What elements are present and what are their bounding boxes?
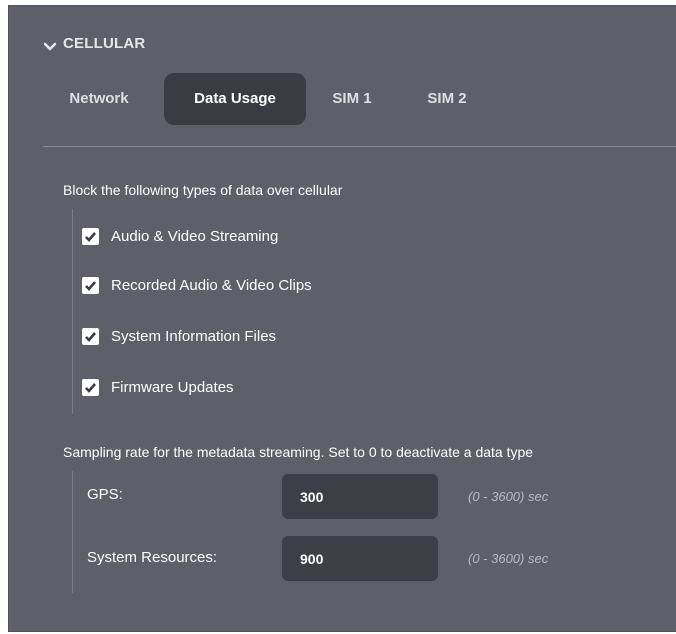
system-resources-label: System Resources: — [87, 549, 218, 566]
checkbox-label: Recorded Audio & Video Clips — [111, 276, 312, 294]
section-title: CELLULAR — [63, 35, 146, 52]
gps-sampling-input[interactable] — [282, 474, 438, 519]
block-option-audio-video-streaming[interactable]: Audio & Video Streaming — [82, 225, 278, 247]
block-data-heading: Block the following types of data over c… — [63, 182, 343, 198]
gps-label: GPS: — [87, 486, 123, 503]
tab-data-usage[interactable]: Data Usage — [164, 73, 306, 125]
tab-divider — [43, 146, 676, 147]
system-resources-sampling-input[interactable] — [282, 536, 438, 581]
tab-sim-2[interactable]: SIM 2 — [422, 73, 472, 125]
sampling-group-line — [72, 471, 73, 593]
system-resources-range-hint: (0 - 3600) sec — [468, 551, 549, 566]
checkbox-checked[interactable] — [82, 227, 99, 245]
checkbox-checked[interactable] — [82, 378, 99, 396]
cellular-section-toggle[interactable]: CELLULAR — [43, 35, 145, 52]
block-option-system-information-files[interactable]: System Information Files — [82, 325, 276, 347]
tab-sim-1[interactable]: SIM 1 — [327, 73, 377, 125]
checkbox-label: System Information Files — [111, 327, 277, 345]
checkbox-label: Audio & Video Streaming — [111, 227, 279, 245]
cellular-settings-panel: CELLULAR Network Data Usage SIM 1 SIM 2 … — [8, 5, 676, 632]
sampling-rate-heading: Sampling rate for the metadata streaming… — [63, 444, 534, 460]
block-option-recorded-clips[interactable]: Recorded Audio & Video Clips — [82, 274, 312, 296]
tab-network[interactable]: Network — [57, 73, 141, 125]
chevron-down-icon[interactable] — [43, 39, 57, 50]
checkbox-label: Firmware Updates — [111, 378, 234, 396]
checkbox-checked[interactable] — [82, 276, 99, 294]
gps-range-hint: (0 - 3600) sec — [468, 489, 549, 504]
block-option-firmware-updates[interactable]: Firmware Updates — [82, 376, 234, 398]
checkbox-checked[interactable] — [82, 327, 99, 345]
block-group-line — [72, 209, 73, 414]
